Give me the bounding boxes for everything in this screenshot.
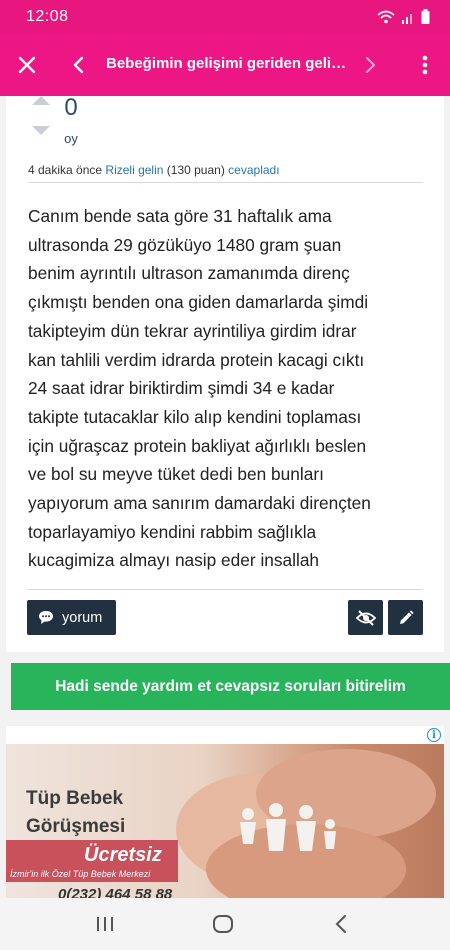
divider <box>28 182 423 183</box>
recent-apps-icon <box>97 917 113 931</box>
answer-line: ve bol su meyve tüket dedi ben bunları <box>28 464 324 485</box>
status-bar: 12:08 <box>0 0 450 34</box>
ad-headline-1: Tüp Bebek <box>26 788 124 809</box>
answer-meta: 4 dakika önce Rizeli gelin (130 puan) ce… <box>28 163 280 177</box>
answer-line: 24 saat idrar biriktirdim şimdi 34 e kad… <box>28 378 335 399</box>
app-bar: Bebeğimin gelişimi geriden geliyo... <box>0 34 450 96</box>
ad-headline-2: Görüşmesi <box>26 816 126 837</box>
chevron-left-icon <box>73 56 84 74</box>
ad-subtitle: İzmir'in ilk Özel Tüp Bebek Merkezi <box>10 869 151 879</box>
comment-icon <box>39 611 53 624</box>
chevron-right-icon <box>366 57 375 73</box>
answer-line: kucagimiza almayı nasip eder insallah <box>28 550 320 571</box>
pencil-icon <box>399 609 414 624</box>
close-icon <box>18 56 36 74</box>
answer-line: ultrasonda 29 gözüküyo 1480 gram şuan <box>28 234 342 255</box>
home-icon <box>213 915 233 933</box>
time-ago: 4 dakika önce <box>28 163 103 177</box>
home-button[interactable] <box>193 898 253 950</box>
close-button[interactable] <box>8 34 46 96</box>
ad-free-label: Ücretsiz <box>84 844 162 866</box>
status-time: 12:08 <box>26 8 69 25</box>
answer-line: takipte tutacaklar kilo alıp kendini top… <box>28 406 362 427</box>
user-link[interactable]: Rizeli gelin <box>105 163 163 177</box>
user-points: (130 puan) <box>166 163 225 177</box>
answer-line: toparlayamiyo kendini rabbim sağlıkla <box>28 521 317 542</box>
cta-label: Hadi sende yardım et cevapsız soruları b… <box>55 677 406 695</box>
forward-button[interactable] <box>356 34 386 96</box>
vote-count: 0 <box>64 94 78 121</box>
eye-off-icon <box>355 609 376 626</box>
downvote-arrow-icon[interactable] <box>32 126 50 135</box>
recent-apps-button[interactable] <box>75 898 135 950</box>
answer-text: Canım bende sata göre 31 haftalık ama ul… <box>28 202 423 575</box>
answer-line: kan tahlili verdim idrarda protein kacag… <box>28 349 365 370</box>
battery-icon <box>421 9 430 24</box>
comment-button[interactable]: yorum <box>27 600 116 635</box>
more-options-button[interactable] <box>408 34 442 96</box>
answer-card: 0 oy 4 dakika önce Rizeli gelin (130 pua… <box>6 94 444 652</box>
page-title: Bebeğimin gelişimi geriden geliyo... <box>106 55 352 72</box>
back-nav-icon <box>335 915 346 933</box>
answer-line: çıkmıştı benden ona giden damarlarda şim… <box>28 292 369 313</box>
edit-button[interactable] <box>388 600 423 635</box>
comment-button-label: yorum <box>62 609 103 626</box>
divider <box>28 589 423 590</box>
answer-line: yapıyorum ama sanırım damardaki dirençte… <box>28 493 371 514</box>
back-button[interactable] <box>62 34 94 96</box>
more-vertical-icon <box>422 55 428 75</box>
answer-line: benim ayrıntılı ultrason zamanımda diren… <box>28 263 350 284</box>
family-cutout-icon <box>240 803 336 851</box>
ad-phone: 0(232) 464 58 88 <box>58 886 173 898</box>
status-icons <box>377 9 430 24</box>
ad-info-icon[interactable]: i <box>427 728 441 742</box>
back-nav-button[interactable] <box>311 898 371 950</box>
advertisement[interactable]: i Tüp Bebek Görüşmesi Ücretsiz İzmir'in … <box>6 726 444 898</box>
wifi-icon <box>377 10 395 23</box>
action-link[interactable]: cevapladı <box>228 163 279 177</box>
upvote-arrow-icon[interactable] <box>32 96 50 105</box>
answer-line: için uğraşcaz protein bakliyat ağırlıklı… <box>28 435 367 456</box>
signal-icon <box>402 13 412 24</box>
vote-unit: oy <box>64 131 78 146</box>
answer-line: Canım bende sata göre 31 haftalık ama <box>28 206 332 226</box>
help-answer-cta-button[interactable]: Hadi sende yardım et cevapsız soruları b… <box>11 663 450 710</box>
hide-button[interactable] <box>348 600 383 635</box>
system-nav-bar <box>0 898 450 950</box>
answer-line: takipteyim dün tekrar ayrintiliya girdim… <box>28 320 357 341</box>
